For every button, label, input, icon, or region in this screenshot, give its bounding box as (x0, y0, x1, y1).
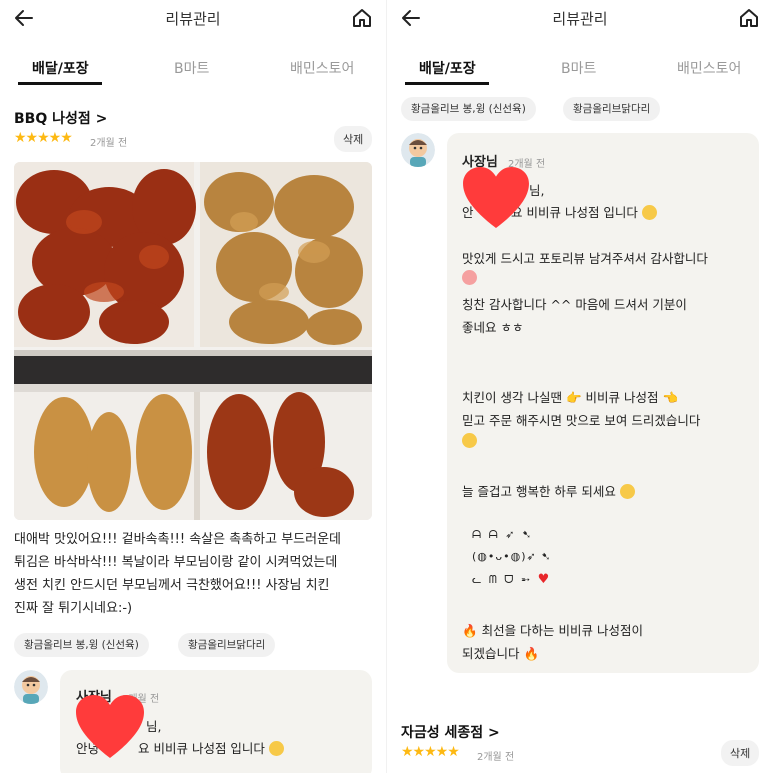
menu-chip: 황금올리브닭다리 (563, 97, 661, 121)
reply-greeting: 님, (529, 183, 545, 198)
tab-delivery[interactable]: 배달/포장 (419, 58, 476, 78)
review-body: 대애박 맛있어요!!! 겉바속촉!!! 속살은 촉촉하고 부드러운데 튀김은 바… (14, 528, 380, 620)
reply-promo-line: 치킨이 생각 나실땐 👉 비비큐 나성점 👈 (462, 387, 678, 406)
review-line: 대애박 맛있어요!!! 겉바속촉!!! 속살은 촉촉하고 부드러운데 (14, 532, 342, 547)
reply-thanks-line: 맛있게 드시고 포토리뷰 남겨주셔서 감사합니다 (462, 251, 708, 266)
pointing-hand-icon: 👉 (565, 390, 582, 405)
reply-promo-text: 치킨이 생각 나실땐 (462, 390, 562, 405)
review-line: 튀김은 바삭바삭!!! 복날이라 부모님이랑 같이 시켜먹었는데 (14, 555, 338, 570)
left-screen: 리뷰관리 배달/포장 B마트 배민스토어 BBQ 나성점 > ★★★★★ 2개월… (0, 0, 386, 773)
app-header: 리뷰관리 (387, 0, 773, 40)
reply-intro: 요 비비큐 나성점 입니다 (138, 738, 284, 757)
reply-promo-store: 비비큐 나성점 (585, 390, 659, 405)
store-name-link[interactable]: BBQ 나성점 > (14, 108, 107, 128)
ascii-art-line: (◍•ᴗ•◍)➶ ➷ (472, 550, 552, 563)
smile-emoji-icon (619, 484, 635, 499)
reply-closing-line: 🔥 최선을 다하는 비비큐 나성점이 (462, 620, 643, 639)
reply-intro-text: 요 비비큐 나성점 입니다 (138, 741, 265, 756)
tab-bmart[interactable]: B마트 (561, 58, 596, 78)
fire-icon: 🔥 (523, 646, 540, 661)
pointing-hand-left-icon: 👈 (662, 390, 679, 405)
reply-wish-text: 늘 즐겁고 행복한 하루 되세요 (462, 484, 616, 499)
review-photo[interactable] (14, 162, 372, 520)
active-tab-indicator (18, 82, 102, 85)
page-title: 리뷰관리 (165, 10, 221, 28)
review-line: 생전 치킨 안드시던 부모님께서 극찬했어요!!! 사장님 치킨 (14, 578, 330, 593)
reply-wish-line: 늘 즐겁고 행복한 하루 되세요 (462, 481, 635, 500)
heart-icon: ♥ (537, 572, 552, 587)
page-title: 리뷰관리 (552, 10, 608, 28)
review-line: 진짜 잘 튀기시네요:-) (14, 601, 133, 616)
rating-stars: ★★★★★ (401, 744, 460, 760)
store-name-link[interactable]: 자금성 세종점 > (401, 722, 500, 742)
menu-chip: 황금올리브 봉,윙 (신선육) (401, 97, 536, 121)
tab-baemin-store[interactable]: 배민스토어 (290, 58, 354, 78)
reply-promo-line-2: 믿고 주문 해주시면 맛으로 보여 드리겠습니다 (462, 413, 701, 428)
rating-stars: ★★★★★ (14, 130, 73, 146)
owner-avatar-icon (14, 670, 48, 704)
delete-button[interactable]: 삭제 (721, 740, 760, 766)
reply-closing-text-2: 되겠습니다 (462, 646, 520, 661)
ascii-art-text: ᓚ ᗰ ᗜ ➵ (472, 573, 533, 586)
reply-closing-line-2: 되겠습니다 🔥 (462, 643, 539, 662)
tab-baemin-store[interactable]: 배민스토어 (677, 58, 741, 78)
tab-bar: 배달/포장 B마트 배민스토어 (387, 48, 773, 88)
tab-bar: 배달/포장 B마트 배민스토어 (0, 48, 386, 88)
app-header: 리뷰관리 (0, 0, 386, 40)
reply-greeting: 님, (146, 719, 162, 734)
tab-bmart[interactable]: B마트 (174, 58, 209, 78)
smile-emoji-icon (268, 741, 284, 756)
reply-praise-line: 칭찬 감사합니다 ^^ 마음에 드셔서 기분이 (462, 297, 687, 312)
reply-praise-line-2: 좋네요 ㅎㅎ (462, 320, 524, 335)
home-icon[interactable] (350, 6, 374, 30)
reply-intro: 요 비비큐 나성점 입니다 (511, 202, 657, 221)
active-tab-indicator (405, 82, 489, 85)
heart-sticker-icon (76, 695, 144, 758)
tab-delivery[interactable]: 배달/포장 (32, 58, 89, 78)
ascii-art-line: ᗩ ᗩ ➶ ➷ (472, 528, 534, 541)
fire-icon: 🔥 (462, 623, 478, 638)
reply-closing-text: 최선을 다하는 비비큐 나성점이 (481, 623, 643, 638)
ascii-art-line: ᓚ ᗰ ᗜ ➵ ♥ (472, 572, 551, 587)
heart-sticker-icon (463, 166, 529, 229)
review-date: 2개월 전 (90, 138, 128, 149)
smile-emoji-icon (641, 205, 657, 220)
right-screen: 리뷰관리 배달/포장 B마트 배민스토어 황금올리브 봉,윙 (신선육) 황금올… (387, 0, 773, 773)
owner-avatar-icon (401, 133, 435, 167)
blush-emoji-icon (462, 270, 477, 285)
wink-emoji-icon (462, 433, 477, 448)
delete-button[interactable]: 삭제 (334, 126, 373, 152)
menu-chip: 황금올리브닭다리 (178, 633, 276, 657)
chicken-photo-image (14, 162, 372, 520)
review-date: 2개월 전 (477, 752, 515, 763)
menu-chip: 황금올리브 봉,윙 (신선육) (14, 633, 149, 657)
home-icon[interactable] (737, 6, 761, 30)
